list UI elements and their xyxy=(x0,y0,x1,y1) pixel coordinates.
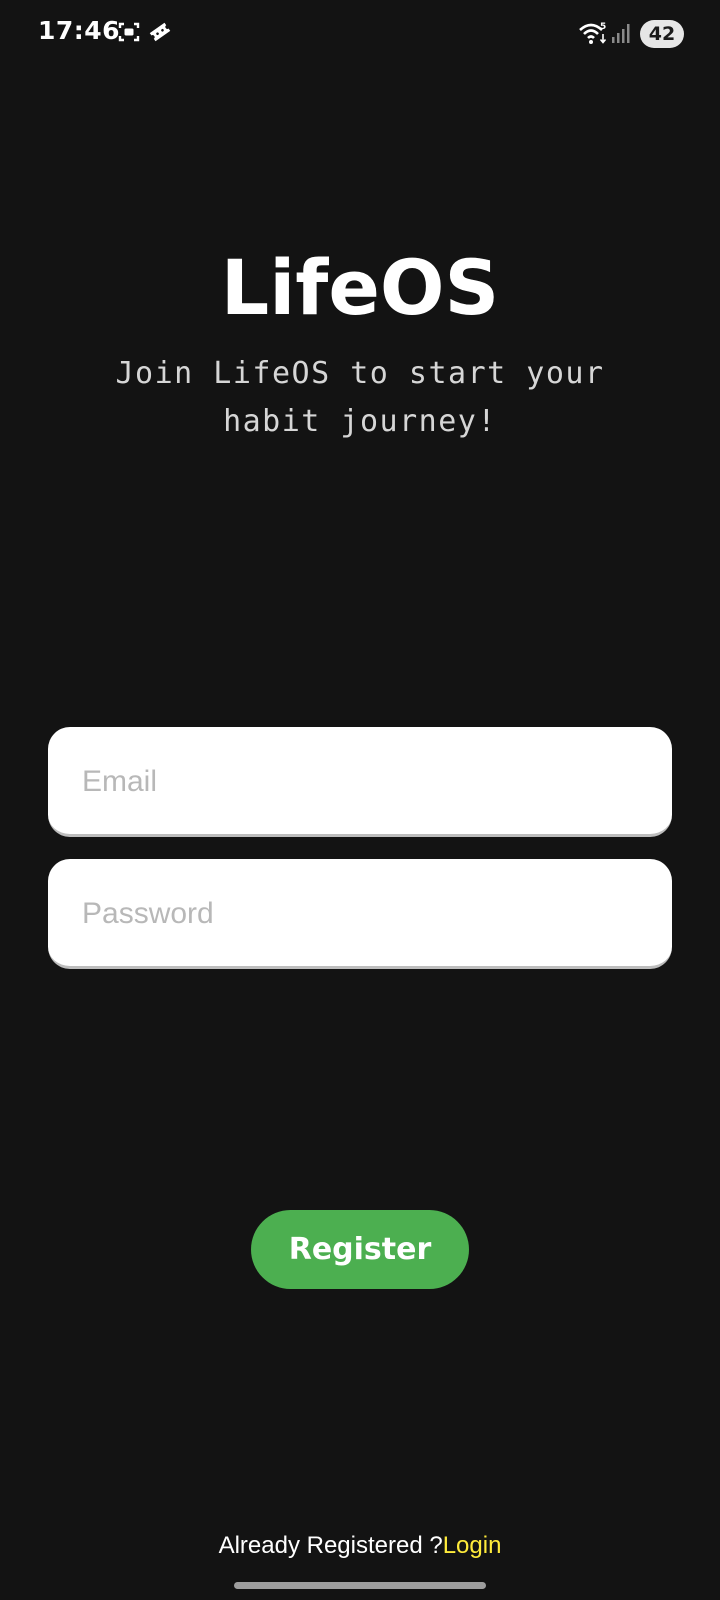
battery-indicator: 42 xyxy=(640,20,684,48)
password-field[interactable] xyxy=(80,859,654,969)
wifi-icon: 5 xyxy=(579,22,606,44)
app-subtitle: Join LifeOS to start your habit journey! xyxy=(115,356,605,439)
email-field[interactable] xyxy=(80,727,654,837)
gesture-navigation-handle[interactable] xyxy=(234,1582,486,1589)
login-link[interactable]: Login xyxy=(443,1532,502,1559)
register-screen: 17:46 5 42 LifeOS Join LifeOS to start y… xyxy=(0,0,720,1600)
password-field-container xyxy=(48,859,672,969)
login-prompt: Already Registered ?Login xyxy=(0,1532,720,1560)
screenshot-icon xyxy=(118,22,140,42)
email-field-container xyxy=(48,727,672,837)
already-registered-text: Already Registered ? xyxy=(218,1532,443,1559)
status-bar: 17:46 5 42 xyxy=(0,0,720,66)
ticket-icon xyxy=(149,22,171,42)
app-title: LifeOS xyxy=(220,243,500,332)
svg-text:5: 5 xyxy=(600,22,606,32)
register-button[interactable]: Register xyxy=(251,1210,469,1289)
status-time: 17:46 xyxy=(38,16,121,45)
signal-icon xyxy=(612,24,630,43)
